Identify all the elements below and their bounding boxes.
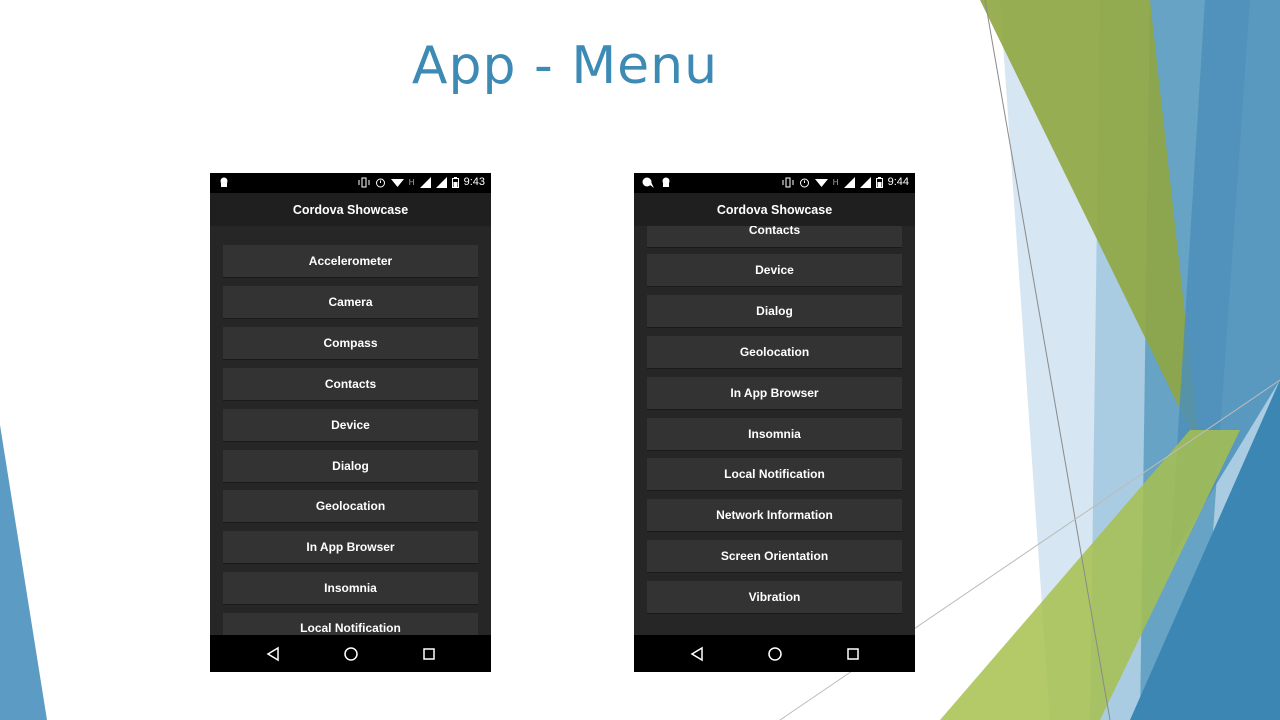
notification-icon <box>642 176 654 188</box>
status-bar: H 9:44 <box>634 173 915 193</box>
back-icon[interactable] <box>266 646 280 667</box>
menu-button-insomnia[interactable]: Insomnia <box>647 418 902 451</box>
status-bar: H 9:43 <box>210 173 491 193</box>
menu-button-in-app-browser[interactable]: In App Browser <box>223 531 478 564</box>
menu-button-compass[interactable]: Compass <box>223 327 478 360</box>
vibrate-icon <box>782 177 794 188</box>
signal-icon <box>843 177 855 188</box>
battery-icon <box>875 177 883 188</box>
battery-icon <box>451 177 459 188</box>
menu-list[interactable]: Accelerometer Camera Compass Contacts De… <box>210 226 491 635</box>
status-time: 9:44 <box>887 176 909 188</box>
menu-button-local-notification[interactable]: Local Notification <box>223 613 478 635</box>
menu-button-contacts[interactable]: Contacts <box>647 226 902 248</box>
network-type-label: H <box>408 178 415 187</box>
phone-screenshot-1: H 9:43 Cordova Showcase Accelerometer Ca… <box>210 173 491 672</box>
back-icon[interactable] <box>690 646 704 667</box>
wifi-icon <box>390 177 404 188</box>
menu-button-device[interactable]: Device <box>647 254 902 287</box>
status-time: 9:43 <box>463 176 485 188</box>
menu-button-accelerometer[interactable]: Accelerometer <box>223 245 478 278</box>
menu-button-screen-orientation[interactable]: Screen Orientation <box>647 540 902 573</box>
app-title-bar: Cordova Showcase <box>634 193 915 226</box>
menu-button-vibration[interactable]: Vibration <box>647 581 902 614</box>
menu-button-insomnia[interactable]: Insomnia <box>223 572 478 605</box>
menu-button-dialog[interactable]: Dialog <box>223 450 478 483</box>
menu-button-device[interactable]: Device <box>223 409 478 442</box>
home-icon[interactable] <box>343 646 359 667</box>
menu-button-geolocation[interactable]: Geolocation <box>647 336 902 369</box>
menu-button-camera[interactable]: Camera <box>223 286 478 319</box>
recents-icon[interactable] <box>422 646 436 667</box>
signal-icon <box>419 177 431 188</box>
menu-button-network-information[interactable]: Network Information <box>647 499 902 532</box>
home-icon[interactable] <box>767 646 783 667</box>
android-icon <box>660 176 672 188</box>
phone-screenshot-2: H 9:44 Cordova Showcase Contacts Device … <box>634 173 915 672</box>
android-icon <box>218 176 230 188</box>
network-type-label: H <box>832 178 839 187</box>
menu-button-dialog[interactable]: Dialog <box>647 295 902 328</box>
menu-button-contacts[interactable]: Contacts <box>223 368 478 401</box>
slide-title: App - Menu <box>411 36 719 96</box>
nav-bar <box>634 635 915 672</box>
menu-button-in-app-browser[interactable]: In App Browser <box>647 377 902 410</box>
signal-icon <box>859 177 871 188</box>
alarm-icon <box>799 177 810 188</box>
vibrate-icon <box>358 177 370 188</box>
alarm-icon <box>375 177 386 188</box>
menu-button-geolocation[interactable]: Geolocation <box>223 490 478 523</box>
signal-icon <box>435 177 447 188</box>
menu-button-local-notification[interactable]: Local Notification <box>647 458 902 491</box>
app-title-bar: Cordova Showcase <box>210 193 491 226</box>
nav-bar <box>210 635 491 672</box>
menu-list[interactable]: Contacts Device Dialog Geolocation In Ap… <box>634 226 915 635</box>
wifi-icon <box>814 177 828 188</box>
recents-icon[interactable] <box>846 646 860 667</box>
